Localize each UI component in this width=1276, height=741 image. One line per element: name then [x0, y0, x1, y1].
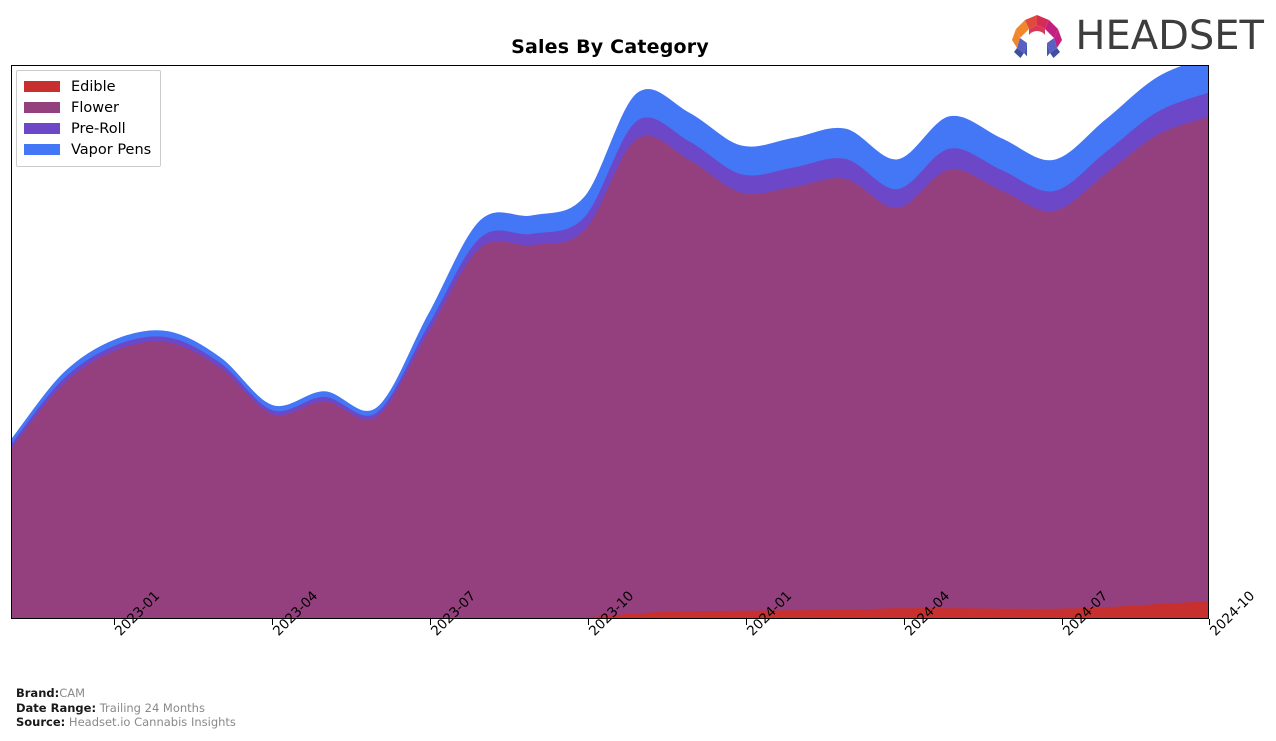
footer-brand-value: CAM [59, 686, 86, 700]
legend-label-preroll: Pre-Roll [71, 120, 126, 137]
chart-legend: Edible Flower Pre-Roll Vapor Pens [16, 70, 162, 167]
footer-source: Source: Headset.io Cannabis Insights [16, 715, 616, 730]
chart-page: Sales By Category HEADSET Edible Flower … [0, 0, 1276, 741]
stacked-area-chart [12, 66, 1208, 618]
legend-item-flower[interactable]: Flower [24, 97, 151, 118]
legend-swatch-vaporpens [24, 144, 60, 155]
legend-label-flower: Flower [71, 99, 119, 116]
x-tick-label: 2024-10 [1207, 588, 1259, 640]
footer-source-key: Source: [16, 715, 66, 729]
legend-label-edible: Edible [71, 78, 116, 95]
x-axis: 2023-01 2023-04 2023-07 2023-10 2024-01 2024-… [11, 588, 1258, 689]
footer-daterange-key: Date Range: [16, 700, 97, 715]
chart-footer: Brand:CAM Date Range: Trailing 24 Months… [16, 686, 616, 730]
legend-item-preroll[interactable]: Pre-Roll [24, 118, 151, 139]
legend-item-edible[interactable]: Edible [24, 76, 151, 97]
plot-area [11, 65, 1209, 619]
legend-swatch-flower [24, 102, 60, 113]
brand-logo-text: HEADSET [1075, 13, 1264, 59]
legend-label-vaporpens: Vapor Pens [71, 141, 152, 158]
footer-daterange-value: Trailing 24 Months [99, 700, 205, 715]
legend-swatch-edible [24, 81, 60, 92]
footer-daterange: Date Range: Trailing 24 Months [16, 701, 616, 716]
headset-arch-logo-icon [1012, 15, 1063, 60]
legend-item-vaporpens[interactable]: Vapor Pens [24, 139, 151, 160]
footer-brand-key: Brand: [16, 686, 60, 700]
footer-brand: Brand:CAM [16, 686, 616, 701]
legend-swatch-preroll [24, 123, 60, 134]
footer-source-value: Headset.io Cannabis Insights [68, 715, 236, 729]
brand-logo: HEADSET [1007, 12, 1264, 60]
